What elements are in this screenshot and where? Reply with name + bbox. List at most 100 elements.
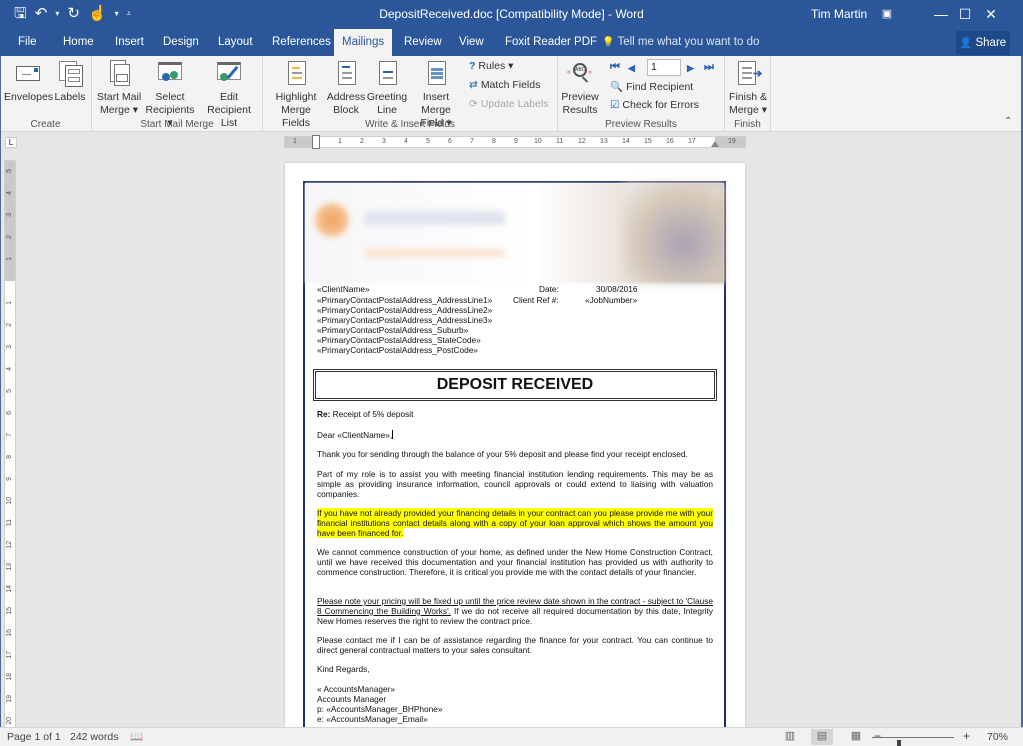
person-icon: 👤 [959,38,973,49]
first-record-icon[interactable]: ⏮ [610,61,620,74]
address-line-3[interactable]: «PrimaryContactPostalAddress_AddressLine… [317,315,492,325]
vertical-ruler[interactable]: 5 4 3 2 1 1 2 3 4 5 6 7 8 9 10 11 12 13 … [4,160,16,730]
tab-layout[interactable]: Layout [210,29,261,56]
group-start-mail-merge: Start Mail Merge ▾ Select Recipients ▾ E… [92,56,263,132]
finish-merge-button[interactable]: ➔ Finish & Merge ▾ [727,59,769,117]
envelope-icon [15,59,41,87]
company-logo [315,203,349,237]
signature-email-field[interactable]: e: «AccountsManager_Email» [317,714,713,725]
address-line-1[interactable]: «PrimaryContactPostalAddress_AddressLine… [317,295,492,305]
next-record-icon[interactable]: ▶ [687,63,694,74]
group-label-start-mail-merge: Start Mail Merge [140,119,214,130]
share-label: Share [975,37,1007,49]
labels-button[interactable]: Labels [54,59,86,104]
group-create: Envelopes Labels Create [0,56,92,132]
client-ref-label: Client Ref #: [513,295,559,305]
address-postcode[interactable]: «PrimaryContactPostalAddress_PostCode» [317,345,478,355]
share-button[interactable]: 👤 Share [956,31,1010,55]
ribbon-display-options-icon[interactable]: ▣ [864,0,910,29]
paragraph-3-highlighted: If you have not already provided your fi… [317,508,713,538]
previous-record-icon[interactable]: ◀ [628,63,635,74]
group-label-create: Create [30,119,61,130]
tab-selector[interactable]: L [5,137,17,148]
highlight-fields-icon [283,59,309,87]
select-recipients-icon [157,59,183,87]
word-count[interactable]: 242 words [70,731,118,743]
update-labels-icon: ⟳ [469,98,478,110]
tell-me-box[interactable]: 💡 Tell me what you want to do [602,29,759,56]
ribbon-tabs: File Home Insert Design Layout Reference… [0,29,1023,56]
tab-mailings[interactable]: Mailings [334,29,392,56]
zoom-out-button[interactable]: − [874,729,881,743]
document-page[interactable]: «ClientName» Date: 30/08/2016 Client Ref… [285,163,745,733]
right-indent-marker[interactable] [711,141,719,147]
record-number-input[interactable]: 1 [647,59,681,76]
tab-design[interactable]: Design [155,29,207,56]
collapse-ribbon-icon[interactable]: ⌃ [1004,116,1012,127]
status-bar: Page 1 of 1 242 words 📖 ▥ ▤ ▦ − + 70% [0,727,1023,746]
tab-references[interactable]: References [264,29,339,56]
lightbulb-icon: 💡 [602,37,615,48]
read-mode-icon[interactable]: ▥ [779,729,801,745]
rules-button[interactable]: ? Rules ▾ [469,60,513,72]
print-layout-icon[interactable]: ▤ [811,729,833,745]
envelopes-button[interactable]: Envelopes [4,59,53,104]
tab-view[interactable]: View [451,29,492,56]
start-mail-merge-button[interactable]: Start Mail Merge ▾ [94,59,144,117]
rules-icon: ? [469,60,476,72]
re-line: Re: Receipt of 5% deposit [317,409,414,419]
proofing-icon[interactable]: 📖 [130,730,143,743]
last-record-icon[interactable]: ⏭ [704,61,714,74]
check-errors-icon: ☑ [610,99,620,111]
job-number-field[interactable]: «JobNumber» [585,295,637,305]
user-name[interactable]: Tim Martin [811,7,867,21]
address-block-button[interactable]: Address Block [325,59,367,117]
finish-merge-icon: ➔ [735,59,762,87]
date-value[interactable]: 30/08/2016 [596,284,638,294]
client-name-field[interactable]: «ClientName» [317,284,370,294]
zoom-slider-thumb[interactable] [897,740,902,746]
insert-merge-field-icon [423,59,449,87]
labels-icon [57,59,83,87]
preview-results-button[interactable]: ABC « » Preview Results [560,59,600,117]
group-finish: ➔ Finish & Merge ▾ Finish [725,56,771,132]
match-fields-icon: ⇄ [469,79,478,91]
zoom-slider[interactable] [872,737,954,746]
tab-review[interactable]: Review [396,29,450,56]
zoom-in-button[interactable]: + [963,729,970,743]
zoom-level[interactable]: 70% [987,731,1008,743]
group-preview-results: ABC « » Preview Results ⏮ ◀ ▶ ⏭ 🔍 Find R… [558,56,725,132]
address-block-icon [333,59,359,87]
date-label: Date: [539,284,559,294]
find-recipient-button[interactable]: 🔍 Find Recipient [610,80,693,94]
greeting-line-icon [374,59,400,87]
house-photo [624,183,724,283]
tab-foxit-reader-pdf[interactable]: Foxit Reader PDF [497,29,605,56]
address-line-2[interactable]: «PrimaryContactPostalAddress_AddressLine… [317,305,492,315]
web-layout-icon[interactable]: ▦ [845,729,867,745]
address-state[interactable]: «PrimaryContactPostalAddress_StateCode» [317,335,481,345]
group-label-write-insert-fields: Write & Insert Fields [365,119,455,130]
indent-marker[interactable] [312,135,320,149]
tab-file[interactable]: File [10,29,45,56]
update-labels-button[interactable]: ⟳ Update Labels [469,98,549,110]
tab-home[interactable]: Home [55,29,102,56]
tell-me-text: Tell me what you want to do [617,36,760,48]
preview-results-icon: ABC « » [567,59,593,87]
greeting-line-button[interactable]: Greeting Line [365,59,409,117]
paragraph-4: We cannot commence construction of your … [317,547,713,577]
edit-recipient-list-icon [216,59,242,87]
tab-insert[interactable]: Insert [107,29,152,56]
horizontal-ruler[interactable]: 1 1 2 3 4 5 6 7 8 9 10 11 12 13 14 15 16… [284,135,746,149]
match-fields-button[interactable]: ⇄ Match Fields [469,79,540,91]
paragraph-6: Please contact me if I can be of assista… [317,635,713,655]
group-label-finish: Finish [734,119,761,130]
title-bar: 🖫 ↶ ▾ ↻ ☝ ▾ ⩡ DepositReceived.doc [Compa… [0,0,1023,29]
document-heading: DEPOSIT RECEIVED [313,369,717,401]
group-label-preview-results: Preview Results [605,119,677,130]
address-suburb[interactable]: «PrimaryContactPostalAddress_Suburb» [317,325,468,335]
close-button[interactable]: ✕ [968,0,1014,29]
check-for-errors-button[interactable]: ☑ Check for Errors [610,99,699,111]
mail-merge-document-icon [106,59,132,87]
page-count[interactable]: Page 1 of 1 [7,731,61,743]
